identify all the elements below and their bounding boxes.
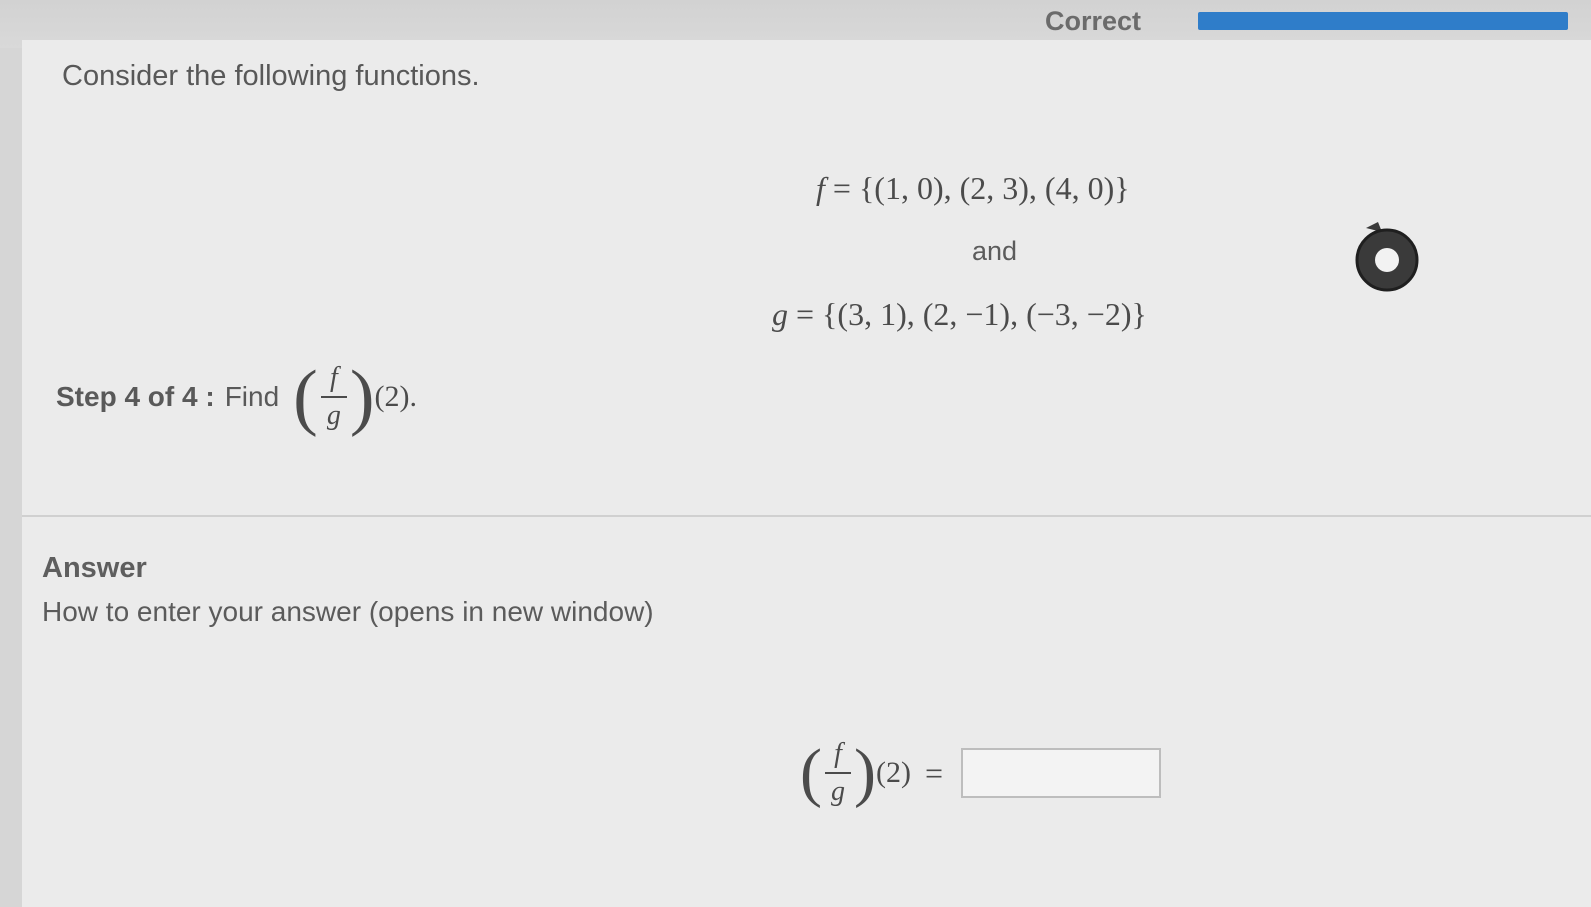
- answer-equals: =: [924, 754, 943, 791]
- fraction-bar: [320, 396, 347, 398]
- function-f-definition: f = {(1, 0), (2, 3), (4, 0)}: [816, 170, 1130, 207]
- right-paren: ): [349, 356, 375, 438]
- how-to-enter-answer-link[interactable]: How to enter your answer (opens in new w…: [42, 596, 654, 628]
- answer-heading: Answer: [42, 552, 147, 584]
- g-name: g: [772, 296, 788, 332]
- answer-fraction-bar: [824, 772, 851, 774]
- function-g-definition: g = {(3, 1), (2, −1), (−3, −2)}: [772, 296, 1147, 333]
- left-paren: (: [293, 356, 318, 438]
- answer-fraction-numerator: f: [834, 738, 842, 769]
- fraction-numerator: f: [329, 362, 338, 393]
- fraction-denominator: g: [326, 400, 341, 431]
- f-name: f: [816, 170, 825, 206]
- f-eq-sign: =: [832, 170, 851, 206]
- f-set: {(1, 0), (2, 3), (4, 0)}: [858, 170, 1130, 206]
- answer-argument: (2): [875, 756, 911, 789]
- stopwatch-icon[interactable]: [1352, 218, 1422, 296]
- section-divider: [22, 515, 1591, 517]
- find-label: Find: [224, 381, 280, 412]
- function-argument: (2).: [374, 380, 417, 413]
- question-prompt: Consider the following functions.: [62, 60, 480, 92]
- answer-row: ( f g ) (2) =: [800, 738, 1161, 808]
- answer-fraction: f g: [824, 738, 851, 808]
- g-set: {(3, 1), (2, −1), (−3, −2)}: [822, 296, 1147, 332]
- progress-bar: [1198, 12, 1568, 30]
- step-instruction: Step 4 of 4 : Find ( f g ) (2).: [56, 360, 417, 434]
- answer-right-paren: ): [853, 736, 876, 809]
- answer-fraction-denominator: g: [830, 776, 845, 807]
- and-label: and: [972, 236, 1018, 266]
- progress-fill: [1198, 12, 1568, 30]
- g-eq-sign: =: [796, 296, 815, 332]
- status-label: Correct: [1045, 6, 1142, 36]
- fraction: f g: [320, 362, 347, 432]
- answer-input[interactable]: [961, 748, 1161, 798]
- answer-left-paren: (: [800, 736, 822, 809]
- step-label: Step 4 of 4 :: [56, 381, 215, 412]
